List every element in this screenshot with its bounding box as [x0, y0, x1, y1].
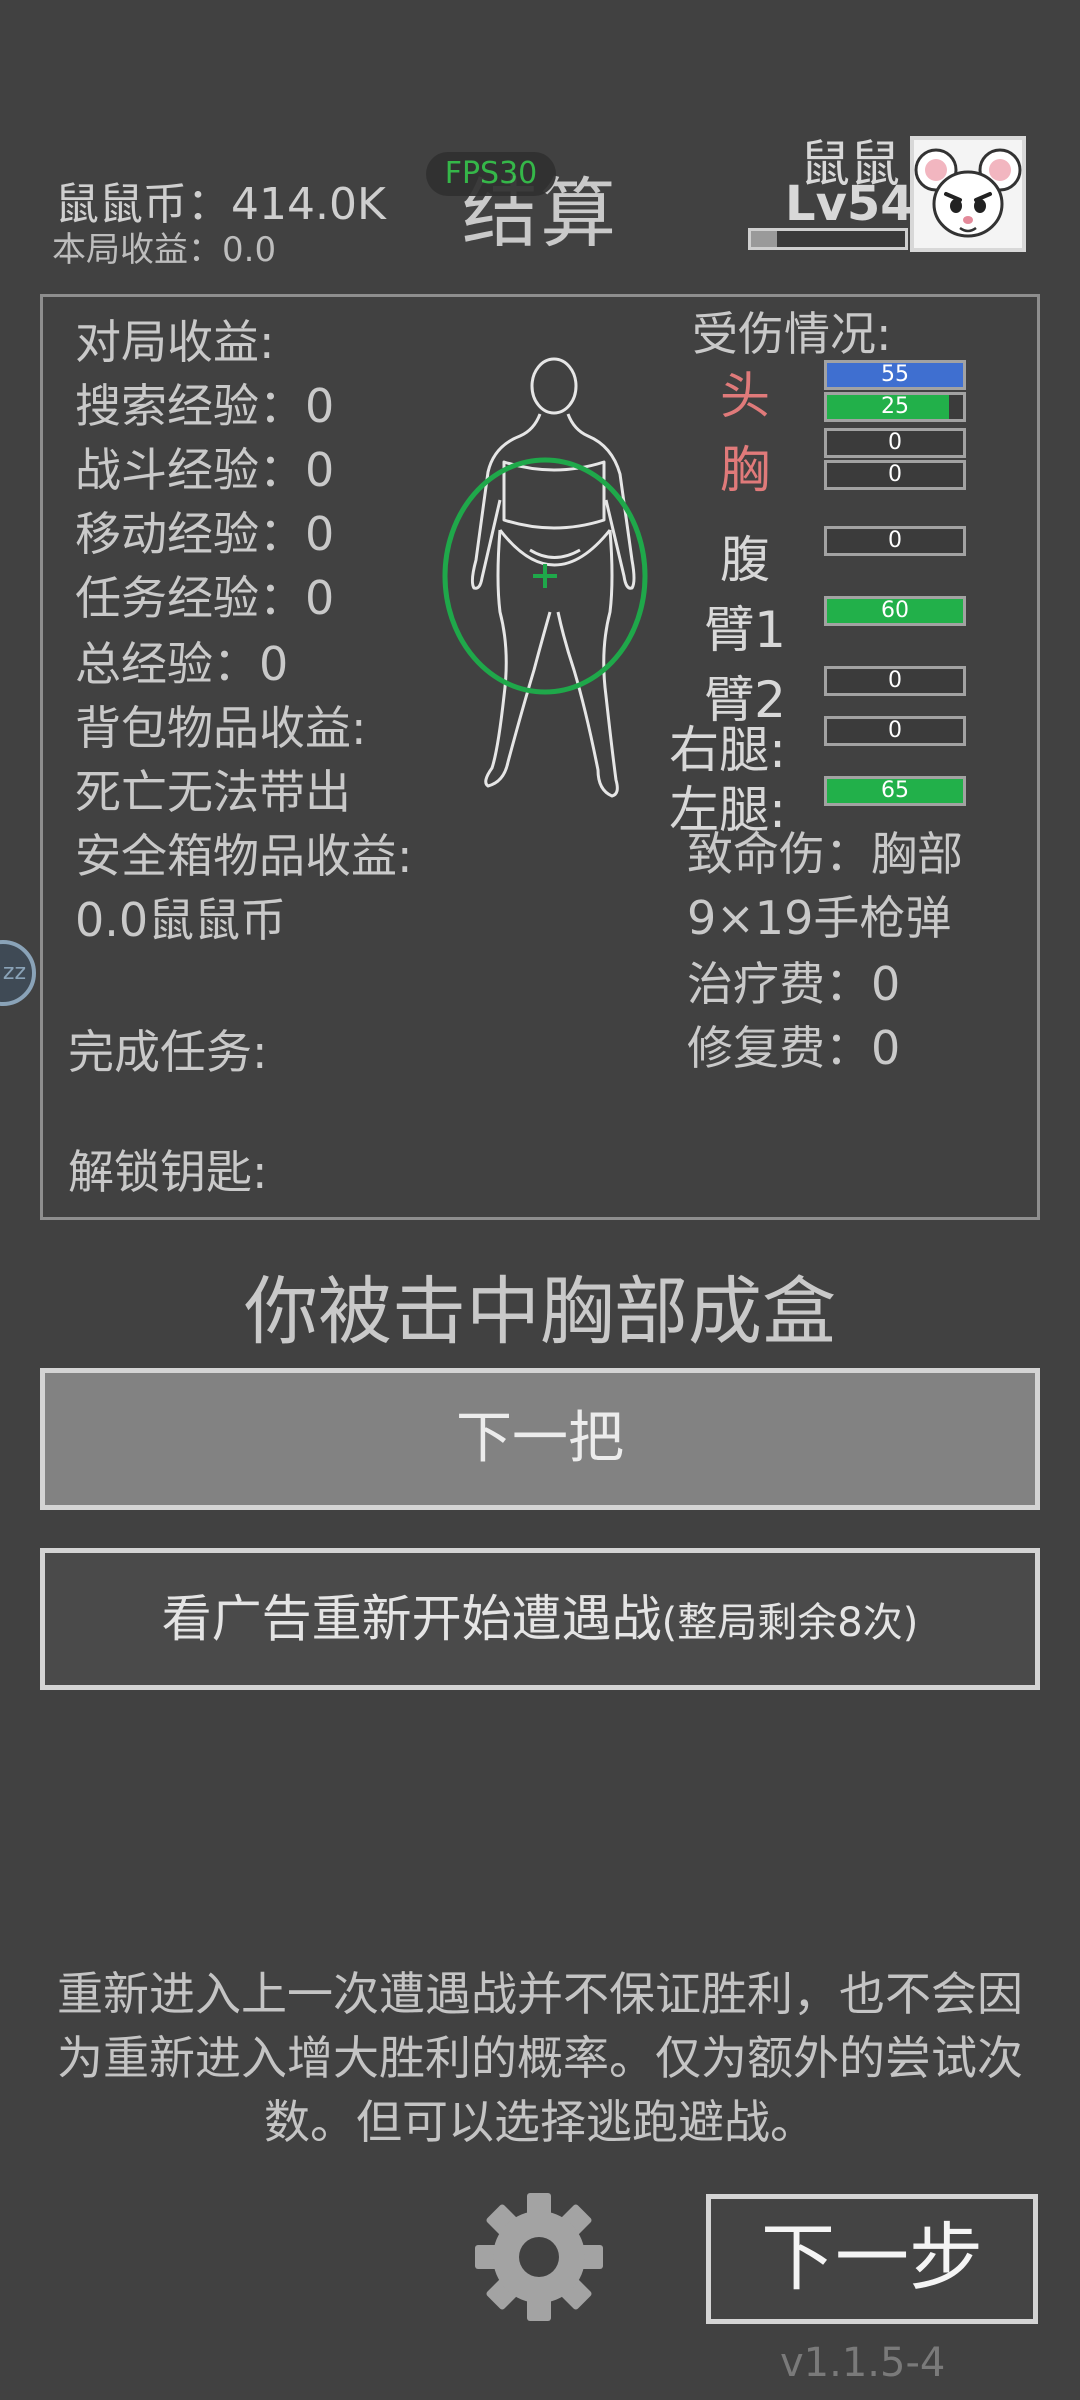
injury-part-label: 头 [720, 367, 770, 425]
xp-progress-fill [751, 231, 778, 247]
fps-counter: FPS30 [426, 152, 556, 196]
safe-box-earnings-value: 0.0鼠鼠币 [75, 893, 287, 947]
tasks-completed-label: 完成任务: [68, 1025, 268, 1079]
health-bar: 0 [824, 460, 966, 490]
total-exp: 总经验：0 [75, 637, 289, 691]
health-bar: 0 [824, 526, 966, 556]
retry-remaining-count: (整局剩余8次) [661, 1600, 919, 1646]
player-level: Lv54 [785, 176, 914, 232]
xp-progress-bar [748, 228, 908, 250]
mouse-avatar-icon [914, 148, 1022, 238]
health-bar: 60 [824, 596, 966, 626]
side-menu-handle[interactable]: zz [0, 940, 36, 1006]
round-earnings: 本局收益：0.0 [52, 230, 277, 270]
health-bar: 25 [824, 392, 966, 422]
health-bar-value: 0 [888, 430, 902, 455]
unlock-key-label: 解锁钥匙: [68, 1145, 268, 1199]
health-bar: 0 [824, 716, 966, 746]
health-bar-value: 60 [881, 598, 909, 623]
injury-part-label: 胸 [720, 441, 770, 499]
fatal-wound: 致命伤：胸部 [687, 827, 963, 881]
heal-cost: 治疗费：0 [687, 957, 901, 1011]
health-bar: 55 [824, 360, 966, 390]
next-round-button[interactable]: 下一把 [40, 1368, 1040, 1510]
health-bar-value: 0 [888, 528, 902, 553]
move-exp: 移动经验：0 [75, 507, 335, 561]
result-message: 你被击中胸部成盒 [244, 1269, 836, 1355]
injury-part-label: 腹 [720, 531, 770, 589]
body-figure-icon [442, 357, 648, 798]
round-earnings-heading: 对局收益: [75, 315, 275, 369]
injury-part-label: 臂1 [704, 601, 786, 659]
health-bar-value: 0 [888, 668, 902, 693]
injury-heading: 受伤情况: [692, 307, 892, 361]
health-bar: 0 [824, 666, 966, 696]
retry-button-label: 看广告重新开始遭遇战 [161, 1590, 662, 1648]
next-step-button[interactable]: 下一步 [706, 2194, 1038, 2324]
search-exp: 搜索经验：0 [75, 379, 335, 433]
player-avatar[interactable] [910, 136, 1026, 252]
settings-gear-icon[interactable] [474, 2192, 604, 2322]
retry-notice: 重新进入上一次遭遇战并不保证胜利，也不会因为重新进入增大胜利的概率。仅为额外的尝… [57, 1967, 1023, 2149]
health-bar: 0 [824, 428, 966, 458]
health-bar: 65 [824, 776, 966, 806]
health-bar-value: 65 [881, 778, 909, 803]
task-exp: 任务经验：0 [75, 571, 335, 625]
health-bar-value: 0 [888, 462, 902, 487]
combat-exp: 战斗经验：0 [75, 443, 335, 497]
ammo-type: 9×19手枪弹 [687, 891, 952, 945]
safe-box-earnings-label: 安全箱物品收益: [75, 829, 413, 883]
health-bar-value: 0 [888, 718, 902, 743]
bag-earnings-label: 背包物品收益: [75, 701, 367, 755]
repair-cost: 修复费：0 [687, 1021, 901, 1075]
health-bar-value: 25 [881, 394, 909, 419]
version-label: v1.1.5-4 [780, 2340, 946, 2386]
watch-ad-retry-button[interactable]: 看广告重新开始遭遇战(整局剩余8次) [40, 1548, 1040, 1690]
bag-earnings-note: 死亡无法带出 [75, 765, 351, 819]
health-bar-value: 55 [881, 362, 909, 387]
